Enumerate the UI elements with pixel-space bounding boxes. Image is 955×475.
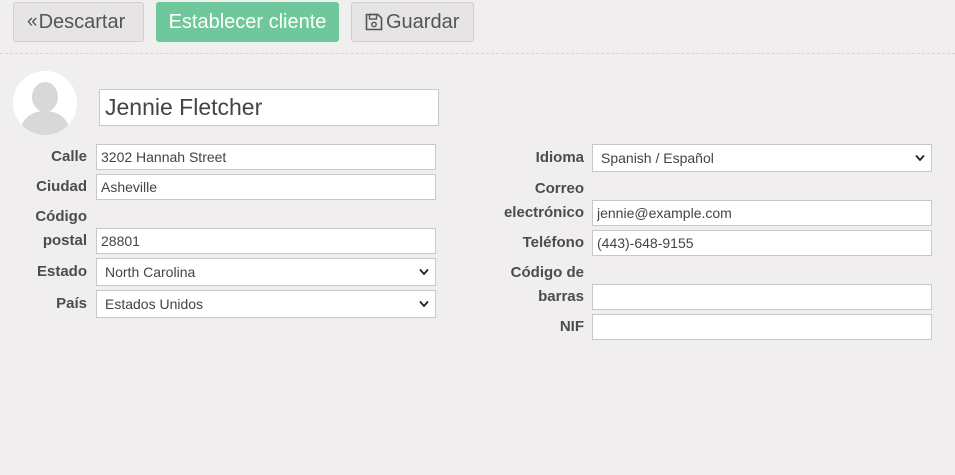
language-select[interactable]: Spanish / Español — [592, 144, 932, 172]
state-select[interactable]: North Carolina — [96, 258, 436, 286]
country-label: País — [56, 295, 87, 312]
email-label: Correo electrónico — [504, 177, 584, 225]
street-input[interactable] — [96, 144, 436, 170]
avatar[interactable] — [13, 71, 77, 135]
state-label: Estado — [36, 263, 87, 280]
save-button-label: Guardar — [386, 11, 460, 33]
city-label: Ciudad — [36, 178, 87, 195]
customer-name-input[interactable] — [99, 89, 439, 126]
email-input[interactable] — [592, 200, 932, 226]
city-input[interactable] — [96, 174, 436, 200]
street-label: Calle — [51, 148, 87, 165]
discard-button-label: Descartar — [38, 11, 126, 33]
double-chevron-left-icon: « — [27, 11, 38, 32]
vat-label: NIF — [559, 318, 584, 335]
set-customer-button[interactable]: Establecer cliente — [156, 2, 339, 42]
barcode-label-line1: Código de — [510, 264, 584, 281]
email-label-line2: electrónico — [503, 204, 584, 221]
phone-label: Teléfono — [522, 234, 584, 251]
vat-input[interactable] — [592, 314, 932, 340]
barcode-label-line2: barras — [538, 288, 584, 305]
country-select[interactable]: Estados Unidos — [96, 290, 436, 318]
barcode-input[interactable] — [592, 284, 932, 310]
zip-input[interactable] — [96, 228, 436, 254]
save-button[interactable]: Guardar — [351, 2, 474, 42]
discard-button[interactable]: «Descartar — [13, 2, 144, 42]
barcode-label: Código de barras — [511, 261, 584, 309]
phone-input[interactable] — [592, 230, 932, 256]
set-customer-button-label: Establecer cliente — [168, 11, 327, 33]
country-select-value: Estados Unidos — [105, 296, 204, 312]
chevron-down-icon — [419, 268, 429, 276]
chevron-down-icon — [419, 300, 429, 308]
toolbar: «Descartar Establecer cliente Guardar — [0, 0, 955, 54]
language-select-value: Spanish / Español — [601, 150, 714, 166]
floppy-disk-icon — [365, 3, 386, 31]
zip-label-line1: Código — [35, 208, 87, 225]
email-label-line1: Correo — [534, 180, 584, 197]
zip-label-line2: postal — [42, 232, 87, 249]
chevron-down-icon — [915, 154, 925, 162]
zip-label: Código postal — [35, 205, 87, 253]
language-label: Idioma — [535, 149, 584, 166]
user-silhouette-icon — [13, 71, 77, 135]
state-select-value: North Carolina — [105, 264, 196, 280]
